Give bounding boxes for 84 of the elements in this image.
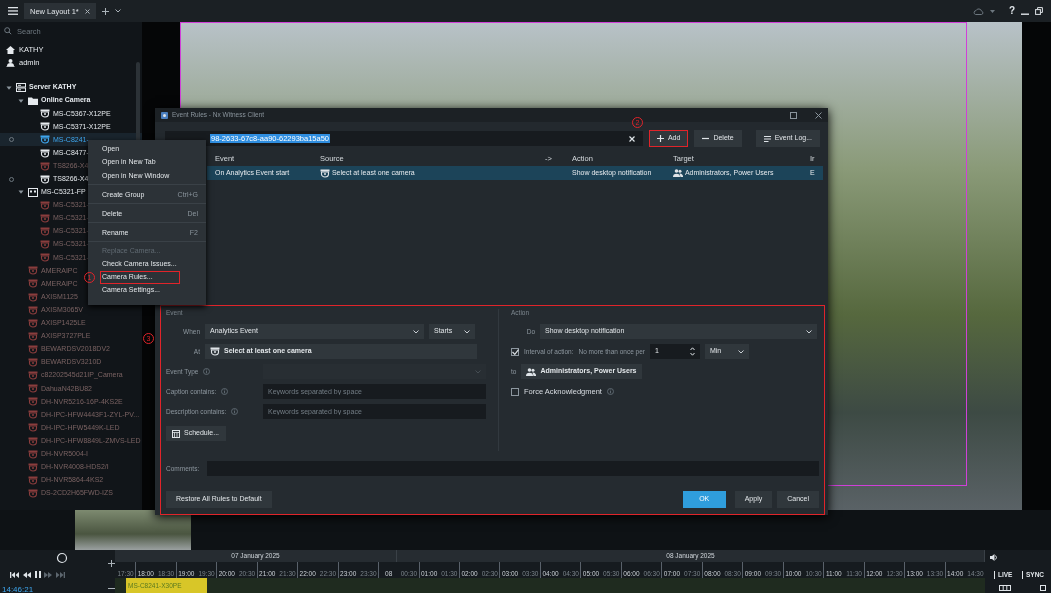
home-icon [6, 45, 15, 54]
caret-icon [738, 349, 744, 354]
camera-icon [40, 109, 50, 119]
camera-icon [320, 168, 330, 178]
device-icon [28, 187, 38, 197]
plus-icon[interactable] [101, 7, 109, 15]
spinner-arrows-icon [690, 347, 695, 356]
camera-icon [28, 318, 38, 328]
caret-icon[interactable] [5, 84, 12, 91]
checkbox[interactable] [511, 347, 519, 356]
caret-icon[interactable] [989, 9, 995, 13]
check-icon [511, 348, 519, 355]
camera-icon [28, 305, 38, 315]
caret-icon[interactable] [114, 9, 121, 13]
photo-placeholder[interactable] [75, 510, 133, 550]
app-icon [161, 111, 168, 119]
clear-icon[interactable] [628, 135, 635, 142]
camera-icon [28, 462, 38, 472]
camera-icon [40, 200, 50, 210]
camera-icon [40, 240, 50, 250]
user-icon [6, 58, 15, 67]
help-icon[interactable]: ? [1008, 5, 1015, 17]
server-icon [16, 83, 26, 93]
camera-icon [28, 358, 38, 367]
pause-icon[interactable] [34, 571, 41, 578]
camera-icon [40, 122, 50, 132]
maximize-icon[interactable] [790, 111, 797, 119]
info-icon [231, 408, 239, 415]
rewind-icon[interactable] [22, 571, 31, 578]
camera-icon [28, 266, 38, 276]
camera-icon [28, 279, 38, 289]
info-icon [221, 388, 229, 395]
skip-forward-icon[interactable] [56, 571, 65, 578]
caret-icon [464, 329, 470, 334]
camera-icon [40, 253, 50, 263]
close-icon[interactable] [815, 111, 822, 119]
camera-icon [40, 148, 50, 158]
camera-icon [28, 384, 38, 394]
caret-icon [413, 329, 419, 334]
camera-icon [28, 410, 38, 420]
menu-icon[interactable] [8, 7, 18, 15]
minus-icon [702, 135, 710, 142]
caret-icon[interactable] [17, 189, 24, 196]
camera-icon [28, 436, 38, 446]
users-icon [526, 367, 537, 376]
skip-back-icon[interactable] [10, 571, 19, 578]
camera-icon [28, 344, 38, 354]
camera-icon [28, 488, 38, 498]
zoom-plus-icon[interactable] [108, 560, 115, 567]
grid-icon[interactable] [999, 585, 1011, 591]
caret-icon [806, 329, 812, 334]
photo-placeholder[interactable] [133, 510, 191, 550]
fast-forward-icon[interactable] [44, 571, 53, 578]
folder-icon [28, 96, 38, 105]
zoom-minus-icon[interactable] [108, 585, 115, 592]
camera-icon [40, 214, 50, 223]
users-icon [673, 169, 683, 177]
camera-icon [40, 161, 50, 171]
cloud-icon[interactable] [972, 7, 984, 15]
volume-icon[interactable] [990, 554, 998, 561]
caret-icon[interactable] [17, 97, 24, 104]
calendar-icon [172, 429, 180, 438]
camera-icon [40, 174, 50, 184]
camera-icon [40, 135, 50, 145]
camera-icon [28, 423, 38, 433]
search-icon [4, 27, 13, 35]
camera-icon [28, 292, 38, 302]
current-time: 14:46:21 [2, 585, 34, 593]
camera-icon [210, 347, 220, 356]
zoom-slider-icon[interactable] [56, 552, 68, 564]
info-icon [203, 368, 211, 375]
window-icon[interactable] [1040, 585, 1046, 591]
plus-icon [656, 135, 664, 142]
camera-icon [40, 227, 50, 237]
camera-icon [28, 371, 38, 381]
close-icon[interactable] [84, 8, 90, 14]
checkbox[interactable] [511, 387, 519, 396]
camera-icon [28, 475, 38, 485]
camera-icon [28, 331, 38, 341]
restore-icon[interactable] [1035, 7, 1043, 15]
camera-icon [28, 397, 38, 407]
camera-icon [28, 449, 38, 459]
info-icon [606, 388, 614, 395]
list-icon [763, 135, 771, 142]
